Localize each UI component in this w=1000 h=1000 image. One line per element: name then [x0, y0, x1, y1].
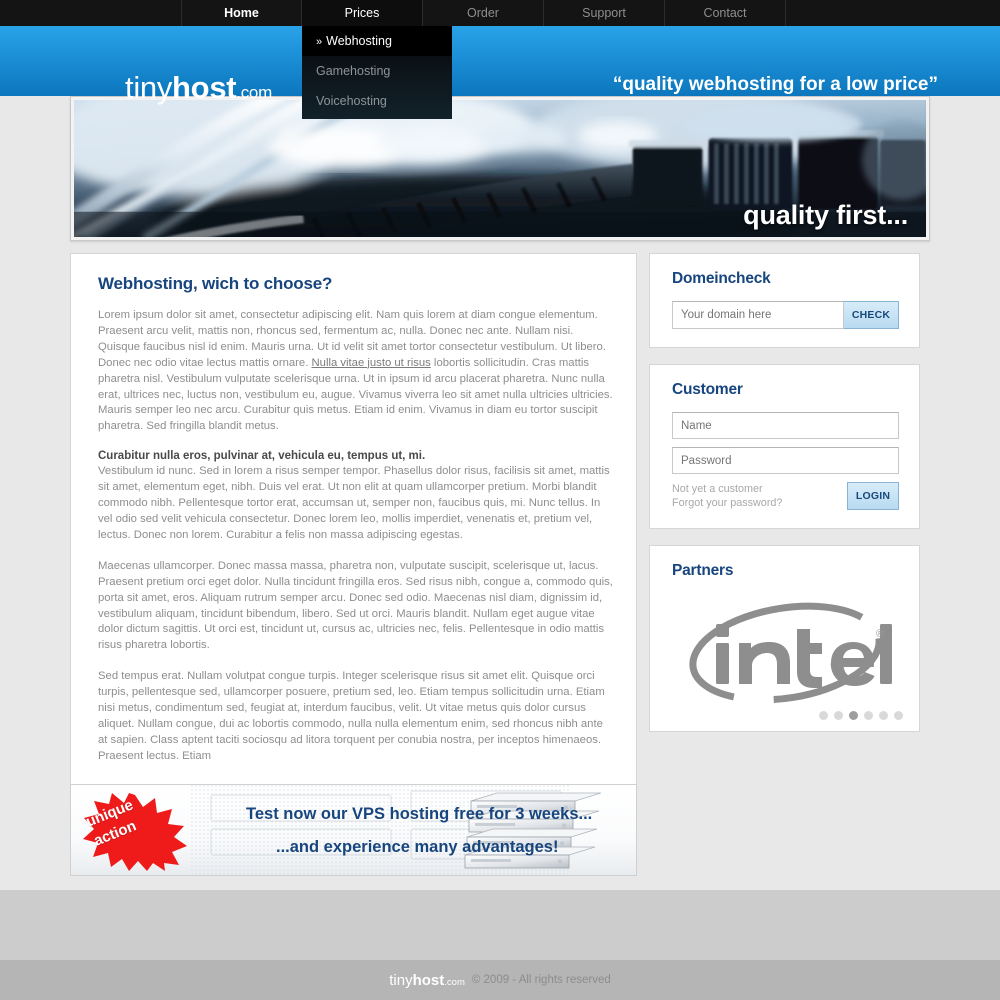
hero-banner: quality first... [70, 96, 930, 241]
page-title: Webhosting, wich to choose? [98, 274, 333, 293]
carousel-dot-5[interactable] [879, 711, 888, 720]
footer-spacer [0, 890, 1000, 960]
promo-headline: Test now our VPS hosting free for 3 week… [246, 805, 593, 823]
chevron-right-icon: » [316, 36, 323, 48]
logo-text-domain: .com [236, 83, 272, 102]
paragraph-intro: Lorem ipsum dolor sit amet, consectetur … [98, 308, 614, 435]
dropdown-item-webhosting[interactable]: » Webhosting [302, 26, 452, 56]
dropdown-item-voicehosting-label: Voicehosting [316, 94, 387, 108]
footer-logo-tiny: tiny [389, 971, 413, 989]
section-subheading: Curabitur nulla eros, pulvinar at, vehic… [98, 450, 426, 463]
footer-logo[interactable]: tinyhost.com [389, 972, 465, 989]
carousel-dot-1[interactable] [819, 711, 828, 720]
header-tagline: “quality webhosting for a low price” [612, 74, 938, 95]
forgot-password-link[interactable]: Forgot your password? [672, 496, 782, 510]
partners-card: Partners ® [649, 545, 920, 732]
site-logo[interactable]: tinyhost.com [125, 70, 272, 106]
partners-carousel-dots [819, 711, 903, 720]
promo-banner[interactable]: unique action Test now our VPS hosting f… [70, 784, 637, 876]
check-button[interactable]: CHECK [844, 301, 899, 329]
register-link[interactable]: Not yet a customer [672, 482, 782, 496]
nav-item-contact[interactable]: Contact [665, 0, 786, 26]
top-navigation-bar: Home Prices Order Support Contact [0, 0, 1000, 26]
username-input[interactable] [672, 412, 899, 439]
main-content-panel: Webhosting, wich to choose? Lorem ipsum … [70, 253, 637, 797]
hero-caption: quality first... [743, 200, 908, 230]
partners-title: Partners [672, 562, 734, 579]
nav-item-order[interactable]: Order [423, 0, 544, 26]
carousel-dot-2[interactable] [834, 711, 843, 720]
inline-link-nulla-vitae[interactable]: Nulla vitae justo ut risus [312, 357, 431, 369]
customer-login-card: Customer Not yet a customer Forgot your … [649, 364, 920, 529]
intel-logo-icon: ® [688, 602, 892, 704]
partner-logo-intel: ® [672, 593, 899, 713]
logo-text-host: host [172, 70, 237, 105]
nav-item-prices[interactable]: Prices [302, 0, 423, 26]
footer-logo-host: host [412, 971, 445, 989]
footer-copyright: © 2009 - All rights reserved [471, 974, 611, 986]
logo-text-tiny: tiny [125, 70, 173, 105]
carousel-dot-4[interactable] [864, 711, 873, 720]
password-input[interactable] [672, 447, 899, 474]
dropdown-item-webhosting-label: Webhosting [326, 34, 392, 48]
svg-text:®: ® [876, 628, 884, 640]
hero-image: quality first... [74, 100, 926, 237]
site-footer: tinyhost.com © 2009 - All rights reserve… [0, 960, 1000, 1000]
domaincheck-card: Domeincheck CHECK [649, 253, 920, 348]
customer-title: Customer [672, 381, 743, 398]
paragraph-two: Vestibulum id nunc. Sed in lorem a risus… [98, 465, 610, 541]
domaincheck-title: Domeincheck [672, 270, 771, 287]
carousel-dot-3[interactable] [849, 711, 858, 720]
login-button[interactable]: LOGIN [847, 482, 899, 510]
dropdown-item-gamehosting[interactable]: Gamehosting [302, 56, 452, 86]
sidebar: Domeincheck CHECK Customer Not yet a cus… [649, 253, 920, 748]
dropdown-item-voicehosting[interactable]: Voicehosting [302, 86, 452, 116]
nav-item-support[interactable]: Support [544, 0, 665, 26]
promo-subline: ...and experience many advantages! [276, 838, 559, 856]
paragraph-four: Sed tempus erat. Nullam volutpat congue … [98, 670, 605, 762]
domain-input[interactable] [672, 301, 844, 329]
paragraph-three: Maecenas ullamcorper. Donec massa massa,… [98, 559, 613, 652]
footer-logo-domain: .com [444, 976, 465, 988]
site-header: tinyhost.com “quality webhosting for a l… [0, 26, 1000, 105]
dropdown-item-gamehosting-label: Gamehosting [316, 64, 391, 78]
login-helper-links: Not yet a customer Forgot your password? [672, 482, 782, 510]
login-actions: Not yet a customer Forgot your password?… [672, 482, 899, 510]
domaincheck-form: CHECK [672, 301, 899, 329]
nav-items: Home Prices Order Support Contact [181, 0, 786, 26]
nav-item-home[interactable]: Home [181, 0, 302, 26]
prices-dropdown-menu: » Webhosting Gamehosting Voicehosting [302, 26, 452, 119]
carousel-dot-6[interactable] [894, 711, 903, 720]
